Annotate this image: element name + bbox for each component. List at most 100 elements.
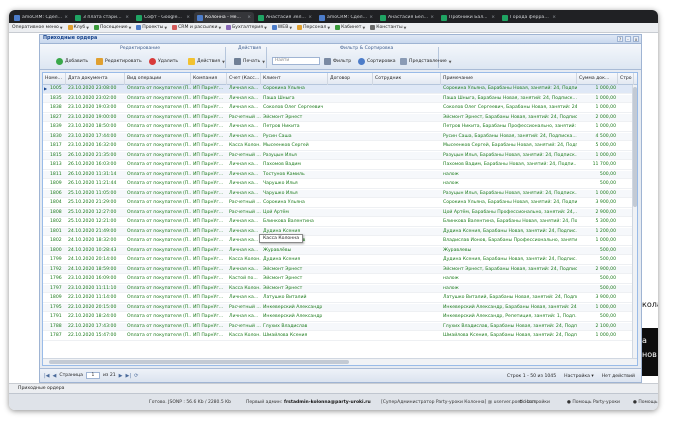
browser-tab[interactable]: Пробники Бал... × — [438, 12, 498, 23]
table-row[interactable]: 1801 24.10.2020 21:49:00 Оплата от покупат… — [43, 227, 637, 237]
background-text: кола — [642, 300, 658, 309]
column-header[interactable]: Сумма док... — [577, 73, 618, 85]
table-row[interactable]: 1804 25.10.2020 21:29:00 Оплата от покупат… — [43, 199, 637, 208]
column-header[interactable]: Дата документа — [66, 73, 125, 85]
scroll-thumb[interactable] — [49, 360, 349, 364]
table-row[interactable]: 1813 26.10.2020 16:03:00 Оплата от покупат… — [43, 161, 637, 170]
table-row[interactable]: 1839 23.10.2020 18:50:00 Оплата от покупат… — [43, 123, 637, 132]
menu-item[interactable]: Бухгалтерия ▼ — [226, 25, 267, 30]
table-row[interactable]: 1800 24.10.2020 10:28:43 Оплата от покупат… — [43, 246, 637, 256]
help-button[interactable]: ? — [617, 36, 623, 42]
column-header[interactable]: Стро — [618, 73, 634, 85]
close-tab-icon[interactable]: × — [186, 15, 190, 20]
table-row[interactable]: 1809 26.10.2020 11:21:44 Оплата от покупат… — [43, 180, 637, 189]
menu-item[interactable]: Оперативное меню ▼ — [12, 25, 63, 30]
table-cell: 2 900,00 — [595, 266, 616, 272]
print-dropdown[interactable]: Печать ▼ — [234, 57, 265, 66]
browser-tab[interactable]: amoCRM: Сдел... × — [316, 12, 376, 23]
close-tab-icon[interactable]: × — [430, 15, 434, 20]
table-row[interactable]: ▶ 1005 23.10.2020 23:08:00 Оплата от покупа… — [43, 85, 637, 94]
browser-tab[interactable]: Города феррар... × — [499, 12, 559, 23]
browser-tab[interactable]: Анастасия Бел... × — [377, 12, 437, 23]
vertical-scrollbar[interactable] — [632, 85, 637, 360]
page-number-input[interactable]: 1 — [85, 372, 100, 379]
menu-item[interactable]: Кабинет ▼ — [335, 25, 365, 30]
table-row[interactable]: 1788 22.10.2020 17:43:00 Оплата от покупат… — [43, 322, 637, 332]
actions-dropdown[interactable]: Действия ▼ — [188, 57, 225, 66]
menu-item[interactable]: CRM и рассылки ▼ — [172, 25, 221, 30]
menu-item[interactable]: Посещение ▼ — [93, 25, 131, 30]
filter-button[interactable]: Фильтр — [324, 57, 351, 66]
edit-button[interactable]: Редактировать — [96, 57, 142, 66]
column-header[interactable]: Компания — [191, 73, 227, 85]
close-tab-icon[interactable]: × — [247, 15, 251, 20]
sort-button[interactable]: Сортировка — [358, 57, 396, 66]
close-tab-icon[interactable]: × — [369, 15, 373, 20]
search-input[interactable]: Найти — [272, 57, 320, 65]
add-button[interactable]: Добавить — [56, 57, 88, 66]
table-row[interactable]: 1817 23.10.2020 16:32:00 Оплата от покупат… — [43, 142, 637, 151]
column-header[interactable]: Примечание — [441, 73, 577, 85]
table-row[interactable]: 1787 22.10.2020 15:47:00 Оплата от покупат… — [43, 332, 637, 341]
nav-active-item[interactable]: Приходные ордера — [18, 386, 64, 391]
column-header[interactable]: Сотрудник — [373, 73, 441, 85]
table-cell: 1 000,00 — [595, 152, 616, 158]
table-row[interactable]: 1799 24.10.2020 20:14:00 Оплата от покупат… — [43, 256, 637, 265]
table-row[interactable]: 1827 23.10.2020 19:00:00 Оплата от покупат… — [43, 113, 637, 123]
column-header[interactable]: Договор — [328, 73, 373, 85]
menu-item[interactable]: Константы ▼ — [370, 25, 406, 30]
table-row[interactable]: 1811 26.10.2020 11:31:14 Оплата от покупат… — [43, 170, 637, 180]
table-row[interactable]: 1830 23.10.2020 17:44:00 Оплата от покупат… — [43, 132, 637, 142]
refresh-icon[interactable]: ⟳ — [134, 373, 138, 379]
table-row[interactable]: 1809 22.10.2020 11:14:00 Оплата от покупат… — [43, 294, 637, 303]
table-row[interactable]: 1835 23.10.2020 23:02:00 Оплата от покупат… — [43, 94, 637, 104]
browser-tab-active[interactable]: Колонна - Не... × — [194, 12, 254, 23]
close-tab-icon[interactable]: × — [491, 15, 495, 20]
table-row[interactable]: 1792 24.10.2020 18:59:00 Оплата от покупат… — [43, 265, 637, 275]
table-row[interactable]: 1808 25.10.2020 12:27:00 Оплата от покупат… — [43, 208, 637, 218]
table-row[interactable]: 1797 23.10.2020 11:11:10 Оплата от покупат… — [43, 284, 637, 294]
table-row[interactable]: 1802 24.10.2020 18:32:00 Оплата от покупат… — [43, 237, 637, 246]
close-window-button[interactable]: x — [633, 36, 639, 42]
table-cell: 500,00 — [599, 276, 616, 281]
minimize-button[interactable]: - — [625, 36, 631, 42]
status-help2-button[interactable]: ● Помощь — [633, 400, 658, 405]
scroll-thumb[interactable] — [633, 87, 637, 207]
close-tab-icon[interactable]: × — [64, 15, 68, 20]
table-cell: Цой Артём — [263, 209, 289, 215]
view-dropdown[interactable]: Представление ▼ — [400, 57, 451, 66]
menu-item[interactable]: Персонал ▼ — [297, 25, 330, 30]
browser-tab[interactable]: amoCRM: Сдел... × — [11, 12, 71, 23]
table-row[interactable]: 1806 25.10.2020 11:05:00 Оплата от покупат… — [43, 189, 637, 199]
close-tab-icon[interactable]: × — [308, 15, 312, 20]
menu-item[interactable]: WEB ▼ — [271, 25, 292, 30]
horizontal-scrollbar[interactable] — [43, 358, 637, 365]
close-tab-icon[interactable]: × — [125, 15, 129, 20]
browser-tab[interactable]: Анастасия Зел... × — [255, 12, 315, 23]
table-row[interactable]: 1802 25.10.2020 12:21:00 Оплата от покупат… — [43, 218, 637, 227]
status-help-button[interactable]: ● Помощь Party-уроки — [567, 400, 620, 405]
add-label: Добавить — [65, 59, 89, 64]
menu-item[interactable]: Клуб ▼ — [67, 25, 89, 30]
table-row[interactable]: 1791 22.10.2020 18:24:00 Оплата от покупат… — [43, 313, 637, 322]
table-row[interactable]: 1815 26.10.2020 21:35:00 Оплата от покупат… — [43, 151, 637, 161]
browser-tab[interactable]: Софт - Google... × — [133, 12, 193, 23]
table-row[interactable]: 1795 22.10.2020 20:15:00 Оплата от покупат… — [43, 303, 637, 313]
browser-tab[interactable]: 3 плата старики... × — [72, 12, 132, 23]
last-page-icon[interactable]: ▶| — [126, 373, 132, 379]
tab-favicon-icon — [319, 14, 325, 21]
menu-item[interactable]: Проекты ▼ — [136, 25, 167, 30]
close-tab-icon[interactable]: × — [552, 15, 556, 20]
next-page-icon[interactable]: ▶ — [119, 373, 123, 379]
prev-page-icon[interactable]: ◀ — [53, 373, 57, 379]
column-header[interactable]: Счет (Касс... — [227, 73, 261, 85]
table-row[interactable]: 1838 23.10.2020 19:03:00 Оплата от покупат… — [43, 104, 637, 113]
grid-settings-button[interactable]: Настройка ▾ — [564, 374, 594, 379]
table-row[interactable]: 1796 23.10.2020 16:09:00 Оплата от покупат… — [43, 275, 637, 284]
first-page-icon[interactable]: |◀ — [44, 373, 50, 379]
column-header[interactable]: Номе... — [43, 73, 66, 85]
status-settings-button[interactable]: ⚙ Настройки — [519, 400, 550, 405]
column-header[interactable]: Клиент — [261, 73, 328, 85]
column-header[interactable]: Вид операции — [125, 73, 191, 85]
delete-button[interactable]: Удалить — [149, 57, 178, 66]
